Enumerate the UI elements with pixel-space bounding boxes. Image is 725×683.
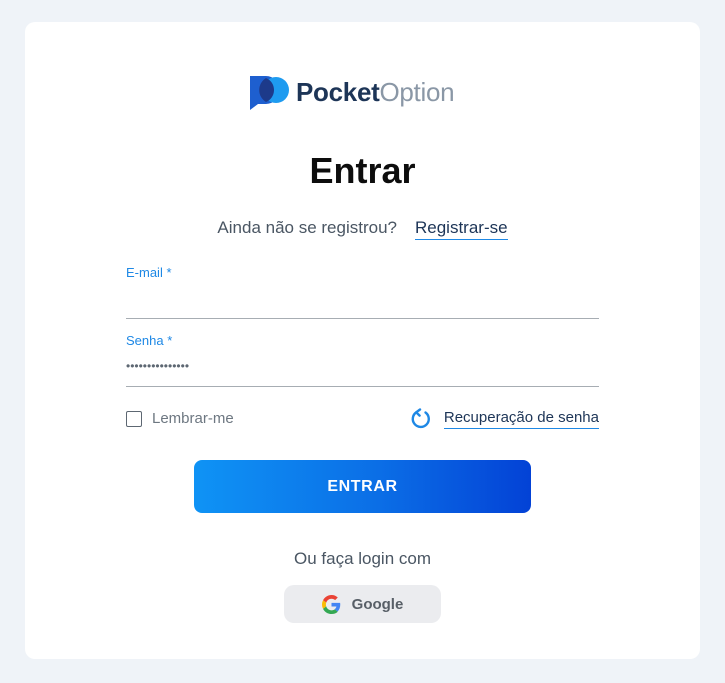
brand-logo[interactable]: PocketOption — [248, 74, 455, 110]
password-field: Senha * ••••••••••••••• — [126, 332, 599, 387]
brand-name-part2: Option — [379, 77, 455, 107]
remember-checkbox[interactable] — [126, 410, 142, 427]
email-label: E-mail * — [126, 265, 172, 280]
password-input[interactable]: ••••••••••••••• — [126, 359, 599, 379]
login-card: PocketOption Entrar Ainda não se registr… — [25, 22, 700, 659]
remember-label: Lembrar-me — [152, 410, 234, 427]
remember-me[interactable]: Lembrar-me — [126, 410, 234, 427]
brand-name-part1: Pocket — [296, 77, 380, 107]
email-input[interactable] — [126, 288, 599, 312]
password-label: Senha * — [126, 333, 173, 348]
register-line: Ainda não se registrou? Registrar-se — [25, 218, 700, 240]
alt-login-prompt: Ou faça login com — [293, 549, 431, 568]
pocket-option-logo-icon — [250, 76, 289, 110]
email-underline — [126, 318, 599, 319]
google-icon — [321, 594, 340, 614]
login-submit-button[interactable]: ENTRAR — [194, 460, 531, 513]
brand-name: PocketOption — [296, 74, 455, 110]
password-underline — [126, 386, 599, 387]
register-link[interactable]: Registrar-se — [414, 218, 508, 240]
google-login-button[interactable]: Google — [284, 585, 441, 623]
email-field: E-mail * — [126, 264, 599, 319]
register-prompt: Ainda não se registrou? — [217, 218, 397, 237]
recover-password-link[interactable]: Recuperação de senha — [443, 409, 599, 429]
password-recovery[interactable]: Recuperação de senha — [410, 408, 599, 430]
page-title: Entrar — [309, 150, 416, 191]
google-label: Google — [351, 595, 404, 613]
refresh-icon — [411, 408, 430, 429]
